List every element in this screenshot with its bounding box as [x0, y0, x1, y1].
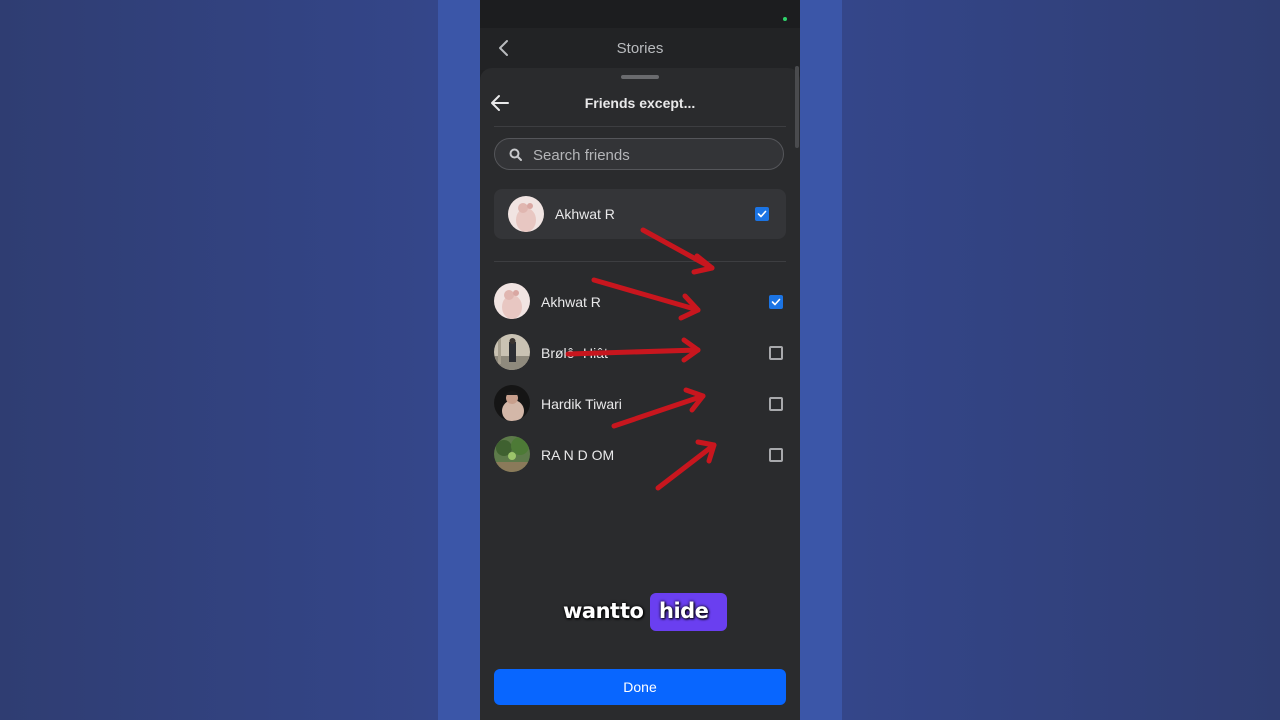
- sheet-title: Friends except...: [584, 95, 696, 111]
- avatar: [494, 436, 530, 472]
- search-icon: [509, 148, 523, 162]
- status-indicator-dot: [783, 17, 787, 21]
- caption-word-highlighted: hide: [659, 599, 709, 623]
- background-strip-right: [800, 0, 842, 720]
- status-bar: [480, 0, 800, 28]
- page-title: Stories: [616, 40, 664, 57]
- friend-checkbox[interactable]: [769, 295, 783, 309]
- list-item[interactable]: Brølê· Hiât: [480, 331, 800, 375]
- done-button[interactable]: Done: [494, 669, 786, 705]
- drag-handle[interactable]: [621, 75, 659, 79]
- caption-word: to: [620, 599, 644, 623]
- background-strip-left: [438, 0, 480, 720]
- friend-name: RA N D OM: [541, 447, 615, 463]
- selected-friend-name: Akhwat R: [555, 206, 615, 222]
- background-right: [842, 0, 1280, 720]
- friend-name: Akhwat R: [541, 294, 601, 310]
- caption-word: want: [563, 599, 620, 623]
- list-item[interactable]: RA N D OM: [480, 433, 800, 477]
- list-item[interactable]: Hardik Tiwari: [480, 382, 800, 426]
- friend-checkbox[interactable]: [769, 346, 783, 360]
- scrollbar[interactable]: [795, 66, 799, 148]
- search-input[interactable]: Search friends: [494, 138, 784, 170]
- divider: [494, 261, 786, 262]
- friend-name: Hardik Tiwari: [541, 396, 622, 412]
- friend-name: Brølê· Hiât: [541, 345, 608, 361]
- friend-checkbox[interactable]: [769, 397, 783, 411]
- divider: [494, 126, 786, 127]
- search-placeholder: Search friends: [533, 147, 630, 164]
- friend-checkbox[interactable]: [769, 448, 783, 462]
- avatar: [508, 196, 544, 232]
- selected-friend-checkbox[interactable]: [755, 207, 769, 221]
- top-app-bar: Stories: [480, 28, 800, 70]
- selected-friend-card[interactable]: Akhwat R: [494, 189, 786, 239]
- list-item[interactable]: Akhwat R: [480, 280, 800, 324]
- avatar: [494, 283, 530, 319]
- avatar: [494, 385, 530, 421]
- background-left: [0, 0, 438, 720]
- avatar: [494, 334, 530, 370]
- done-button-label: Done: [623, 679, 657, 695]
